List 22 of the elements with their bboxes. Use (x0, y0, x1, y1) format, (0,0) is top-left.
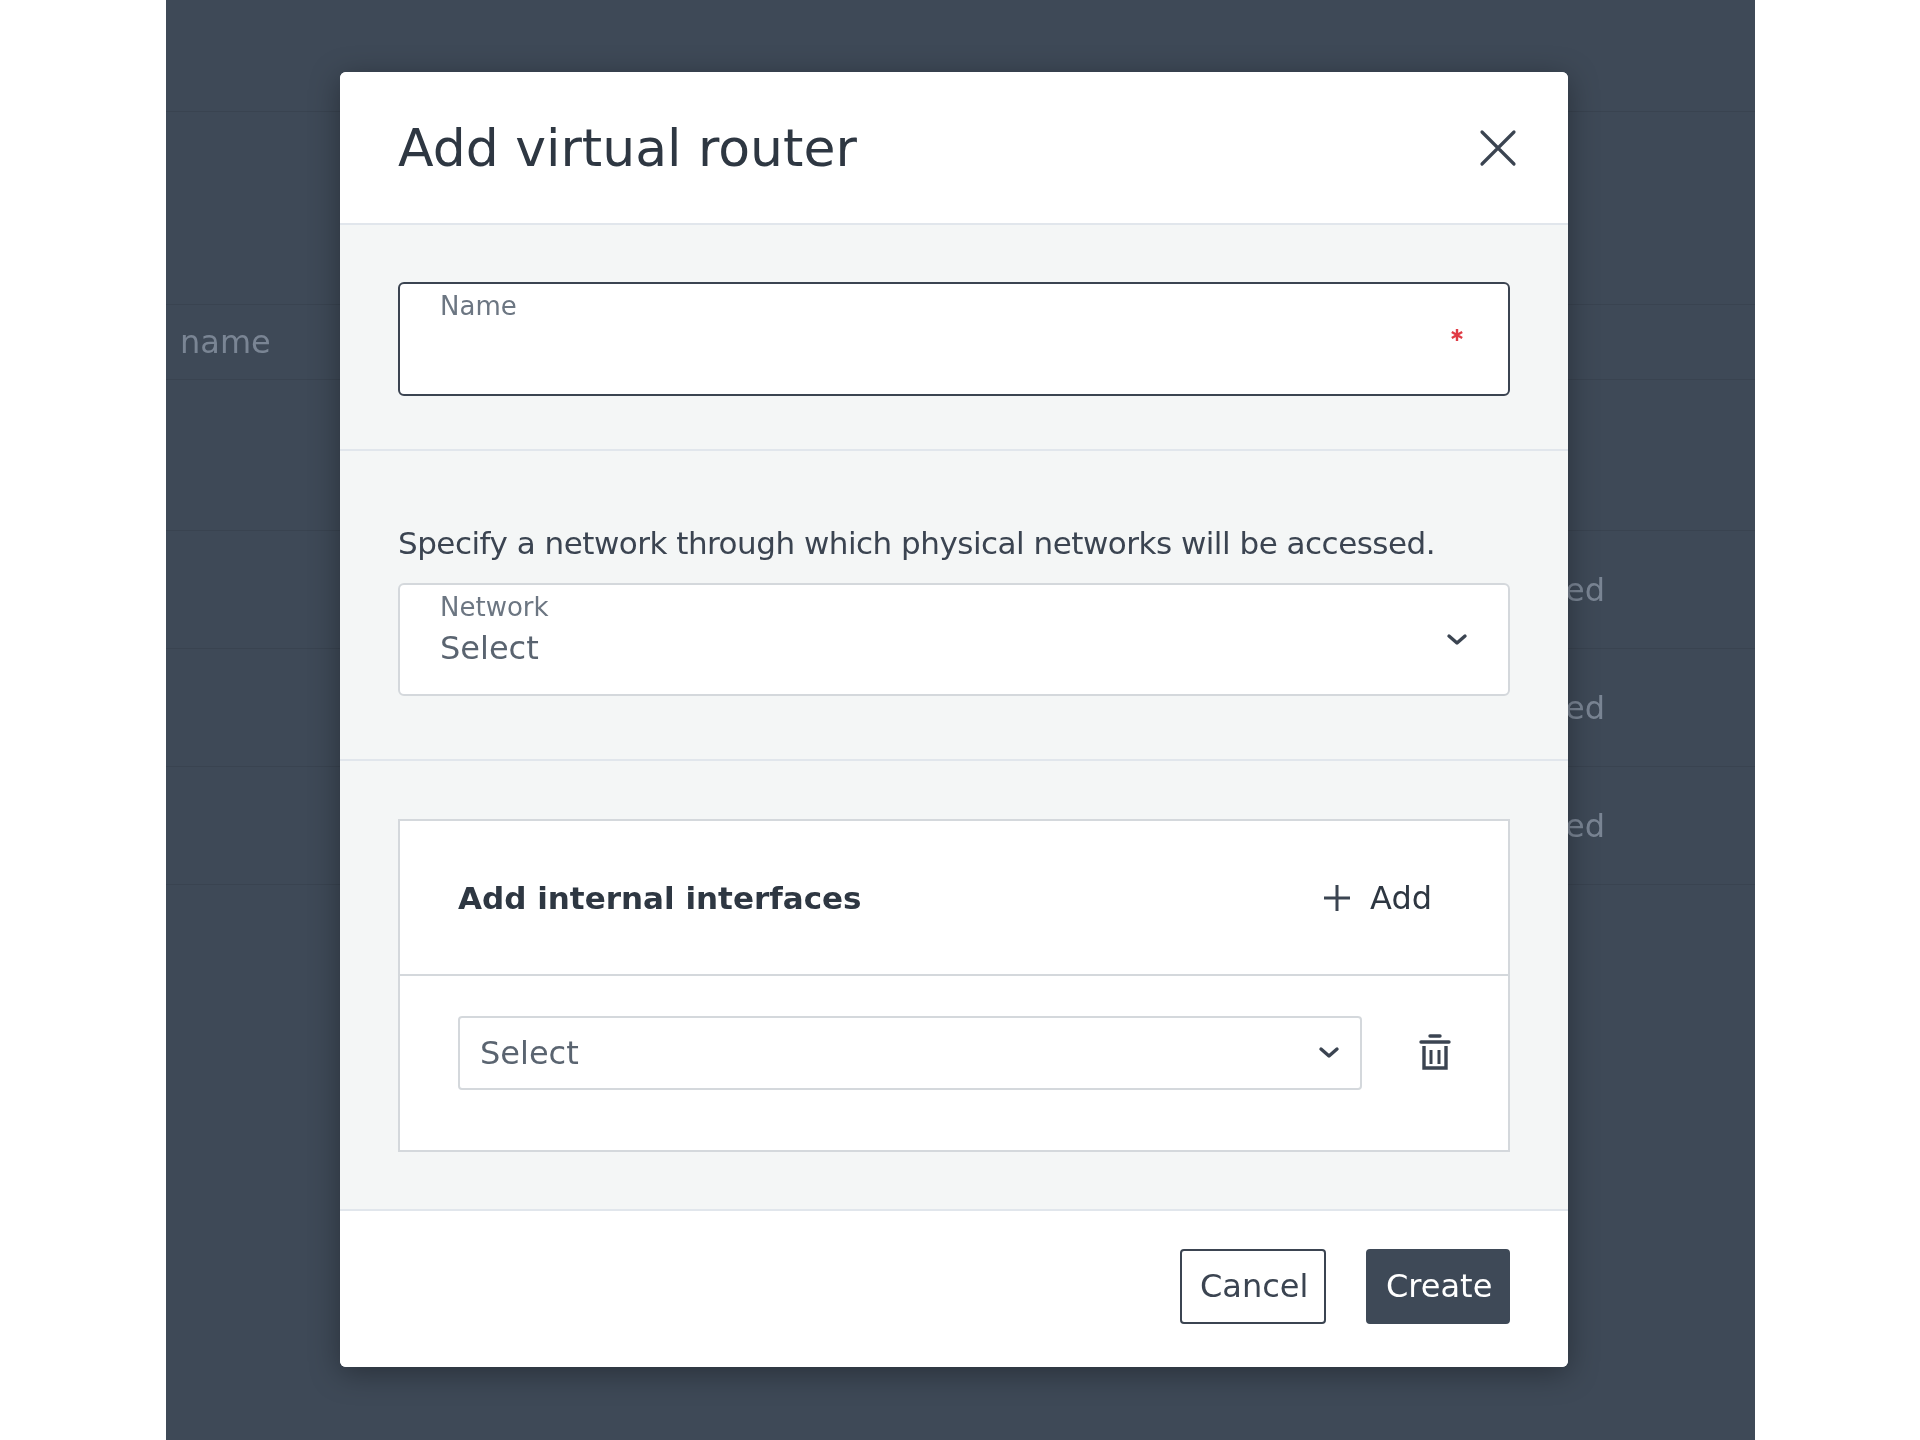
chevron-down-icon (1446, 633, 1468, 647)
dropdown-placeholder: Select (480, 1034, 579, 1072)
trash-icon[interactable] (1418, 1033, 1452, 1073)
dialog-title: Add virtual router (398, 117, 857, 178)
plus-icon (1322, 882, 1353, 913)
field-label: Network (440, 591, 550, 624)
cancel-button[interactable]: Cancel (1180, 1248, 1326, 1324)
network-hint: Specify a network through which physical networks will be accessed. (398, 525, 1437, 561)
interface-dropdown[interactable]: Select (458, 1016, 1362, 1090)
column-header: name (179, 323, 271, 361)
table-cell: ed (1565, 570, 1605, 609)
name-field[interactable]: Name (398, 282, 1510, 396)
panel-title: Add internal interfaces (458, 879, 862, 916)
chevron-down-icon (1318, 1046, 1340, 1060)
close-icon[interactable] (1478, 127, 1518, 168)
network-dropdown[interactable]: Network Select (398, 583, 1510, 696)
table-cell: ed (1565, 806, 1605, 845)
create-button[interactable]: Create (1366, 1248, 1510, 1324)
add-button[interactable]: Add (1322, 878, 1432, 917)
table-cell: ed (1565, 688, 1605, 727)
dropdown-placeholder: Select (440, 629, 539, 667)
field-label: Name (440, 290, 518, 323)
